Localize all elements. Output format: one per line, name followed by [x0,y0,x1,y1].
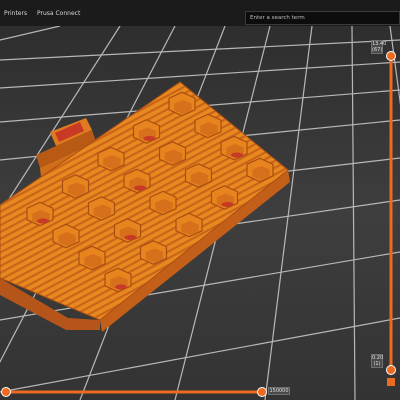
honeycomb-cell [97,146,125,172]
honeycomb-cell [139,240,168,265]
honeycomb-cell [158,141,187,166]
top-menu-bar: Printers Prusa Connect Enter a search te… [0,0,400,26]
move-value-label: 150000 [268,387,290,395]
honeycomb-cell [246,157,274,183]
tab-prusa-connect[interactable]: Prusa Connect [37,10,80,17]
top-layer-handle[interactable] [386,51,396,61]
bottom-layer-label: 0.20 (1) [371,354,383,368]
top-layer-label: 13.40 (67) [371,40,386,54]
honeycomb-cell [175,212,203,238]
bottom-layer-handle[interactable] [386,365,396,375]
move-start-handle[interactable] [1,387,11,397]
honeycomb-cell [220,135,248,161]
bottom-layer-index: (1) [373,361,381,367]
honeycomb-cell [194,113,222,139]
honeycomb-cell [61,174,90,199]
honeycomb-cell [132,119,161,144]
cog-icon[interactable] [387,378,395,386]
honeycomb-cell [104,267,132,293]
move-end-handle[interactable] [257,387,267,397]
honeycomb-cell [168,91,196,117]
honeycomb-cell [210,185,239,210]
honeycomb-cell [123,168,151,194]
search-input[interactable]: Enter a search term [245,11,400,25]
honeycomb-cell [149,190,177,216]
3d-preview-viewport[interactable] [0,26,400,400]
honeycomb-cell [52,223,80,249]
honeycomb-cell [184,163,213,188]
honeycomb-cell [87,196,116,221]
honeycomb-cell [26,201,54,227]
honeycomb-cell [78,245,106,271]
tab-printers[interactable]: Printers [4,10,27,17]
top-layer-index: (67) [372,47,383,53]
honeycomb-cell [113,218,142,243]
